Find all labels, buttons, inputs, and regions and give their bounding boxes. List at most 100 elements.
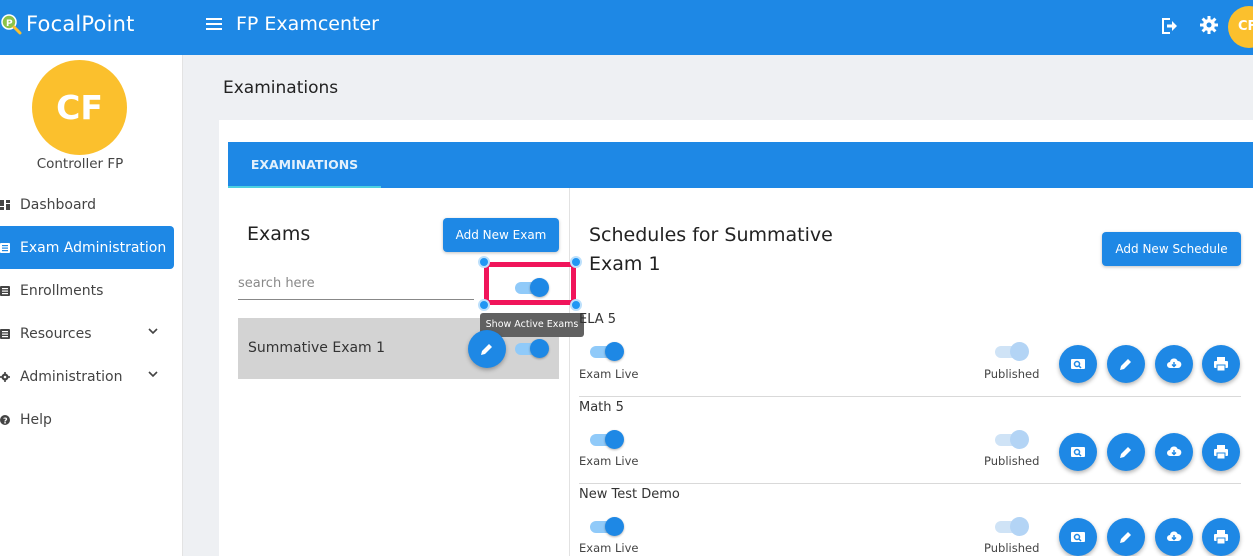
list-icon bbox=[0, 242, 10, 253]
brand-name: FocalPoint bbox=[26, 12, 135, 36]
row-divider bbox=[579, 483, 1241, 484]
edit-exam-button[interactable] bbox=[468, 330, 506, 368]
toggle-knob bbox=[605, 342, 624, 361]
download-button[interactable] bbox=[1155, 345, 1193, 383]
print-icon bbox=[1214, 530, 1228, 545]
search-icon bbox=[1071, 447, 1085, 457]
sidebar-item-label: Administration bbox=[20, 368, 123, 385]
hamburger-menu-icon[interactable] bbox=[206, 18, 222, 32]
preview-button[interactable] bbox=[1059, 433, 1097, 471]
exams-heading: Exams bbox=[247, 223, 311, 245]
search-icon bbox=[1071, 359, 1085, 369]
print-icon bbox=[1214, 357, 1228, 372]
pencil-icon bbox=[1120, 532, 1131, 543]
toggle-knob bbox=[1010, 517, 1029, 536]
exam-live-label: Exam Live bbox=[579, 367, 639, 381]
cloud-download-icon bbox=[1167, 446, 1182, 456]
exam-name: Summative Exam 1 bbox=[248, 340, 386, 356]
resize-handle-top-right[interactable] bbox=[570, 256, 582, 268]
preview-button[interactable] bbox=[1059, 518, 1097, 556]
resize-handle-top-left[interactable] bbox=[478, 256, 490, 268]
sidebar-item-resources[interactable]: Resources bbox=[0, 312, 174, 355]
sidebar-item-label: Exam Administration bbox=[20, 239, 167, 256]
avatar: CF bbox=[32, 60, 127, 155]
published-toggle[interactable] bbox=[993, 516, 1029, 536]
exam-live-toggle[interactable] bbox=[588, 341, 624, 361]
published-label: Published bbox=[984, 367, 1040, 381]
search-icon bbox=[1071, 532, 1085, 542]
exam-live-toggle[interactable] bbox=[588, 429, 624, 449]
resize-handle-bottom-right[interactable] bbox=[570, 299, 582, 311]
chevron-down-icon bbox=[148, 371, 158, 378]
sidebar-item-help[interactable]: ? Help bbox=[0, 398, 174, 441]
print-icon bbox=[1214, 445, 1228, 460]
download-button[interactable] bbox=[1155, 518, 1193, 556]
toggle-knob bbox=[605, 517, 624, 536]
sidebar-item-label: Enrollments bbox=[20, 282, 104, 299]
exam-live-label: Exam Live bbox=[579, 454, 639, 468]
add-new-schedule-button[interactable]: Add New Schedule bbox=[1102, 232, 1241, 266]
toggle-knob bbox=[1010, 342, 1029, 361]
published-toggle[interactable] bbox=[993, 429, 1029, 449]
page-title: Examinations bbox=[223, 78, 339, 98]
sidebar-item-label: Resources bbox=[20, 325, 92, 342]
chevron-down-icon bbox=[148, 328, 158, 335]
toggle-knob bbox=[530, 339, 549, 358]
print-button[interactable] bbox=[1202, 345, 1240, 383]
gear-icon bbox=[0, 371, 10, 382]
exam-active-toggle[interactable] bbox=[513, 338, 549, 358]
toggle-knob bbox=[1010, 430, 1029, 449]
tab-bar: EXAMINATIONS bbox=[228, 142, 1253, 188]
sidebar-item-dashboard[interactable]: Dashboard bbox=[0, 183, 174, 226]
focalpoint-logo-icon: P bbox=[1, 14, 22, 35]
sidebar-item-label: Help bbox=[20, 411, 52, 428]
cloud-download-icon bbox=[1167, 531, 1182, 541]
sidebar-item-label: Dashboard bbox=[20, 196, 96, 213]
published-toggle[interactable] bbox=[993, 341, 1029, 361]
svg-text:P: P bbox=[6, 19, 13, 29]
panel-divider bbox=[569, 188, 570, 556]
brand-logo[interactable]: P FocalPoint bbox=[0, 10, 135, 38]
help-icon: ? bbox=[0, 414, 10, 425]
user-avatar-button[interactable]: CF bbox=[1228, 6, 1253, 48]
list-icon bbox=[0, 328, 10, 339]
selection-highlight-box bbox=[484, 262, 576, 305]
search-input[interactable] bbox=[238, 268, 474, 300]
schedule-name: ELA 5 bbox=[579, 312, 617, 327]
resize-handle-bottom-left[interactable] bbox=[478, 299, 490, 311]
pencil-icon bbox=[1120, 359, 1131, 370]
schedule-name: New Test Demo bbox=[579, 487, 680, 502]
schedules-heading: Schedules for Summative Exam 1 bbox=[589, 224, 833, 275]
toggle-knob bbox=[605, 430, 624, 449]
edit-schedule-button[interactable] bbox=[1107, 433, 1145, 471]
top-app-bar: P FocalPoint FP Examcenter CF bbox=[0, 0, 1253, 55]
dashboard-icon bbox=[0, 199, 10, 210]
add-new-exam-button[interactable]: Add New Exam bbox=[443, 218, 559, 252]
sidebar-item-exam-administration[interactable]: Exam Administration bbox=[0, 226, 174, 269]
download-button[interactable] bbox=[1155, 433, 1193, 471]
schedule-name: Math 5 bbox=[579, 400, 624, 415]
published-label: Published bbox=[984, 541, 1040, 555]
exam-live-toggle[interactable] bbox=[588, 516, 624, 536]
print-button[interactable] bbox=[1202, 433, 1240, 471]
published-label: Published bbox=[984, 454, 1040, 468]
row-divider bbox=[579, 396, 1241, 397]
app-title: FP Examcenter bbox=[236, 13, 379, 35]
sidebar: CF Controller FP Dashboard Exam Administ… bbox=[0, 55, 183, 556]
svg-text:?: ? bbox=[3, 416, 8, 425]
user-name: Controller FP bbox=[36, 156, 124, 172]
list-icon bbox=[0, 285, 10, 296]
edit-schedule-button[interactable] bbox=[1107, 518, 1145, 556]
exam-live-label: Exam Live bbox=[579, 541, 639, 555]
tab-examinations[interactable]: EXAMINATIONS bbox=[228, 142, 381, 188]
edit-schedule-button[interactable] bbox=[1107, 345, 1145, 383]
settings-gear-icon[interactable] bbox=[1199, 15, 1219, 35]
pencil-icon bbox=[481, 344, 492, 355]
sidebar-item-enrollments[interactable]: Enrollments bbox=[0, 269, 174, 312]
sidebar-item-administration[interactable]: Administration bbox=[0, 355, 174, 398]
print-button[interactable] bbox=[1202, 518, 1240, 556]
preview-button[interactable] bbox=[1059, 345, 1097, 383]
logout-icon[interactable] bbox=[1158, 14, 1182, 38]
cloud-download-icon bbox=[1167, 358, 1182, 368]
pencil-icon bbox=[1120, 447, 1131, 458]
